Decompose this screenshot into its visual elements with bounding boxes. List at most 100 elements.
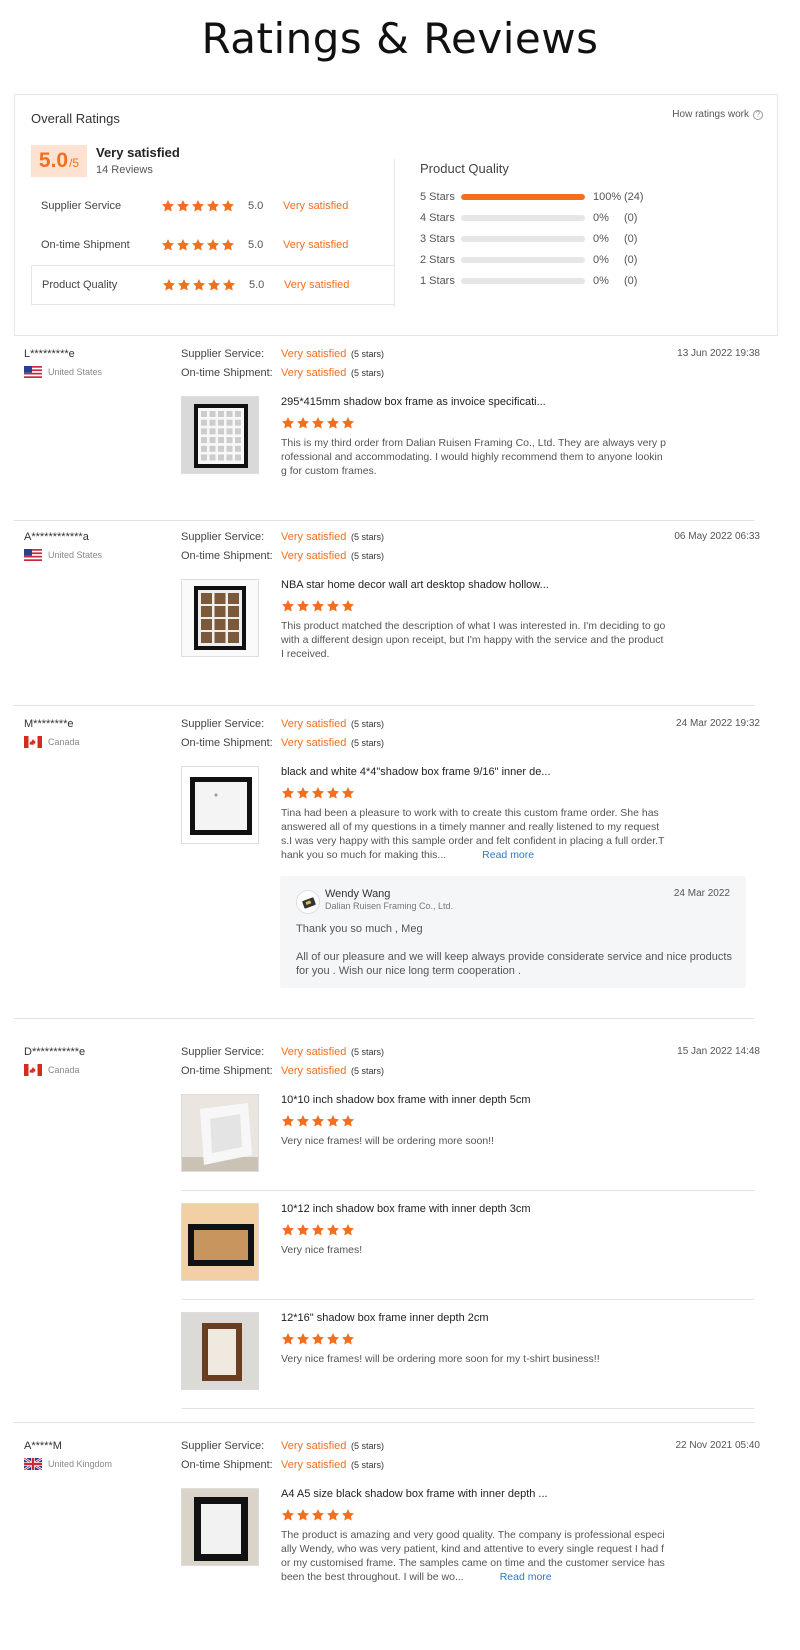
review-text-body: This is my third order from Dalian Ruise… — [281, 437, 666, 477]
product-title-link[interactable]: 12*16" shadow box frame inner depth 2cm — [281, 1312, 489, 1324]
reply-date: 24 Mar 2022 — [673, 888, 730, 899]
distribution-count: (0) — [624, 275, 638, 287]
product-title-link[interactable]: 295*415mm shadow box frame as invoice sp… — [281, 396, 546, 408]
read-more-link[interactable]: Read more — [500, 1571, 552, 1583]
meta-label: Supplier Service: — [181, 718, 265, 730]
star-icon — [341, 1508, 355, 1522]
star-icon — [326, 416, 340, 430]
country-name: United States — [48, 550, 103, 560]
product-thumbnail[interactable] — [181, 396, 259, 474]
product-thumbnail[interactable] — [181, 1203, 259, 1281]
product-thumbnail[interactable] — [181, 579, 259, 657]
reviewer-name: L*********e — [24, 348, 75, 360]
review-card: A************a United States 06 May 2022 … — [14, 531, 778, 691]
overall-ratings-panel: Overall Ratings How ratings work ? 5.0 /… — [14, 94, 778, 336]
star-rating — [161, 238, 239, 252]
product-title-link[interactable]: A4 A5 size black shadow box frame with i… — [281, 1488, 548, 1500]
distribution-percent: 100% — [593, 191, 622, 203]
star-icon — [296, 1223, 310, 1237]
distribution-count: (24) — [624, 191, 644, 203]
product-title-link[interactable]: black and white 4*4"shadow box frame 9/1… — [281, 766, 551, 778]
star-icon — [281, 1114, 295, 1128]
reply-company: Dalian Ruisen Framing Co., Ltd. — [325, 901, 454, 911]
product-thumbnail[interactable] — [181, 1094, 259, 1172]
star-rating — [162, 278, 240, 292]
review-text-body: Very nice frames! will be ordering more … — [281, 1353, 600, 1365]
review-date: 13 Jun 2022 19:38 — [677, 348, 760, 359]
star-icon — [341, 786, 355, 800]
review-text: Very nice frames! will be ordering more … — [281, 1352, 666, 1366]
review-text: This product matched the description of … — [281, 619, 666, 661]
reviewed-product: black and white 4*4"shadow box frame 9/1… — [181, 766, 761, 861]
product-title-link[interactable]: 10*10 inch shadow box frame with inner d… — [281, 1094, 530, 1106]
star-icon — [311, 1508, 325, 1522]
reply-text: Thank you so much , Meg All of our pleasu… — [296, 922, 736, 978]
rating-distribution-row: 4 Stars 0% (0) — [420, 210, 637, 226]
rating-distribution-row: 3 Stars 0% (0) — [420, 231, 637, 247]
rating-row-product-quality[interactable]: Product Quality 5.0 Very satisfied — [31, 265, 394, 305]
country-name: Canada — [48, 1065, 80, 1075]
reviewer-country: Canada — [24, 736, 80, 748]
review-card: M********e Canada 24 Mar 2022 19:32 Suppli… — [14, 718, 778, 878]
star-icon — [341, 1223, 355, 1237]
product-title-link[interactable]: NBA star home decor wall art desktop sha… — [281, 579, 549, 591]
reviewer-country: Canada — [24, 1064, 80, 1076]
star-icon — [341, 599, 355, 613]
reply-line: All of our pleasure and we will keep alw… — [296, 951, 732, 977]
meta-label: On-time Shipment: — [181, 1459, 273, 1471]
distribution-label: 4 Stars — [420, 212, 455, 224]
rating-row-on-time-shipment: On-time Shipment 5.0 Very satisfied — [31, 225, 394, 265]
review-card: L*********e United States 13 Jun 2022 19:… — [14, 348, 778, 508]
star-icon — [311, 599, 325, 613]
on-time-shipment-rating: On-time Shipment: Very satisfied (5 stars) — [181, 367, 384, 379]
review-text-body: This product matched the description of … — [281, 620, 666, 660]
star-icon — [341, 1114, 355, 1128]
review-text: Tina had been a pleasure to work with to… — [281, 806, 666, 862]
star-icon — [176, 238, 190, 252]
star-icon — [221, 199, 235, 213]
reply-line: Thank you so much , Meg — [296, 923, 423, 935]
rating-value: 5.0 — [248, 200, 264, 212]
page-title: Ratings & Reviews — [201, 14, 599, 63]
overall-score-badge: 5.0 /5 — [31, 145, 87, 177]
star-icon — [311, 1332, 325, 1346]
supplier-reply: Wendy Wang Dalian Ruisen Framing Co., Ltd… — [280, 876, 746, 988]
meta-stars: (5 stars) — [351, 738, 385, 748]
star-icon — [341, 416, 355, 430]
star-icon — [206, 199, 220, 213]
star-icon — [296, 1508, 310, 1522]
product-star-rating — [281, 416, 355, 430]
star-rating — [161, 199, 239, 213]
reviewer-name: D***********e — [24, 1046, 86, 1058]
supplier-service-rating: Supplier Service: Very satisfied (5 stars) — [181, 718, 384, 730]
star-icon — [192, 278, 206, 292]
star-icon — [161, 199, 175, 213]
distribution-label: 2 Stars — [420, 254, 455, 266]
review-text-body: The product is amazing and very good qua… — [281, 1529, 665, 1583]
star-icon — [207, 278, 221, 292]
country-name: United Kingdom — [48, 1459, 113, 1469]
meta-value: Very satisfied — [281, 1459, 347, 1471]
rating-name: Product Quality — [42, 279, 118, 291]
meta-value: Very satisfied — [281, 348, 347, 360]
product-title-link[interactable]: 10*12 inch shadow box frame with inner d… — [281, 1203, 530, 1215]
star-icon — [311, 1114, 325, 1128]
reviewer-country: United Kingdom — [23, 1457, 113, 1471]
review-count: 14 Reviews — [96, 164, 153, 176]
star-icon — [326, 1332, 340, 1346]
review-text: The product is amazing and very good qua… — [281, 1528, 666, 1584]
meta-value: Very satisfied — [281, 1046, 347, 1058]
read-more-link[interactable]: Read more — [482, 849, 534, 861]
distribution-bar — [461, 236, 585, 242]
reply-author: Wendy Wang — [325, 888, 391, 900]
reviewer-name: M********e — [24, 718, 74, 730]
product-thumbnail[interactable] — [181, 1312, 259, 1390]
product-thumbnail[interactable] — [181, 1488, 259, 1566]
product-star-rating — [281, 1223, 355, 1237]
distribution-bar-fill — [461, 194, 585, 200]
on-time-shipment-rating: On-time Shipment: Very satisfied (5 stars) — [181, 737, 384, 749]
product-thumbnail[interactable] — [181, 766, 259, 844]
how-ratings-work-link[interactable]: How ratings work ? — [672, 109, 763, 120]
review-text-body: Very nice frames! — [281, 1244, 363, 1256]
review-separator — [14, 520, 754, 521]
